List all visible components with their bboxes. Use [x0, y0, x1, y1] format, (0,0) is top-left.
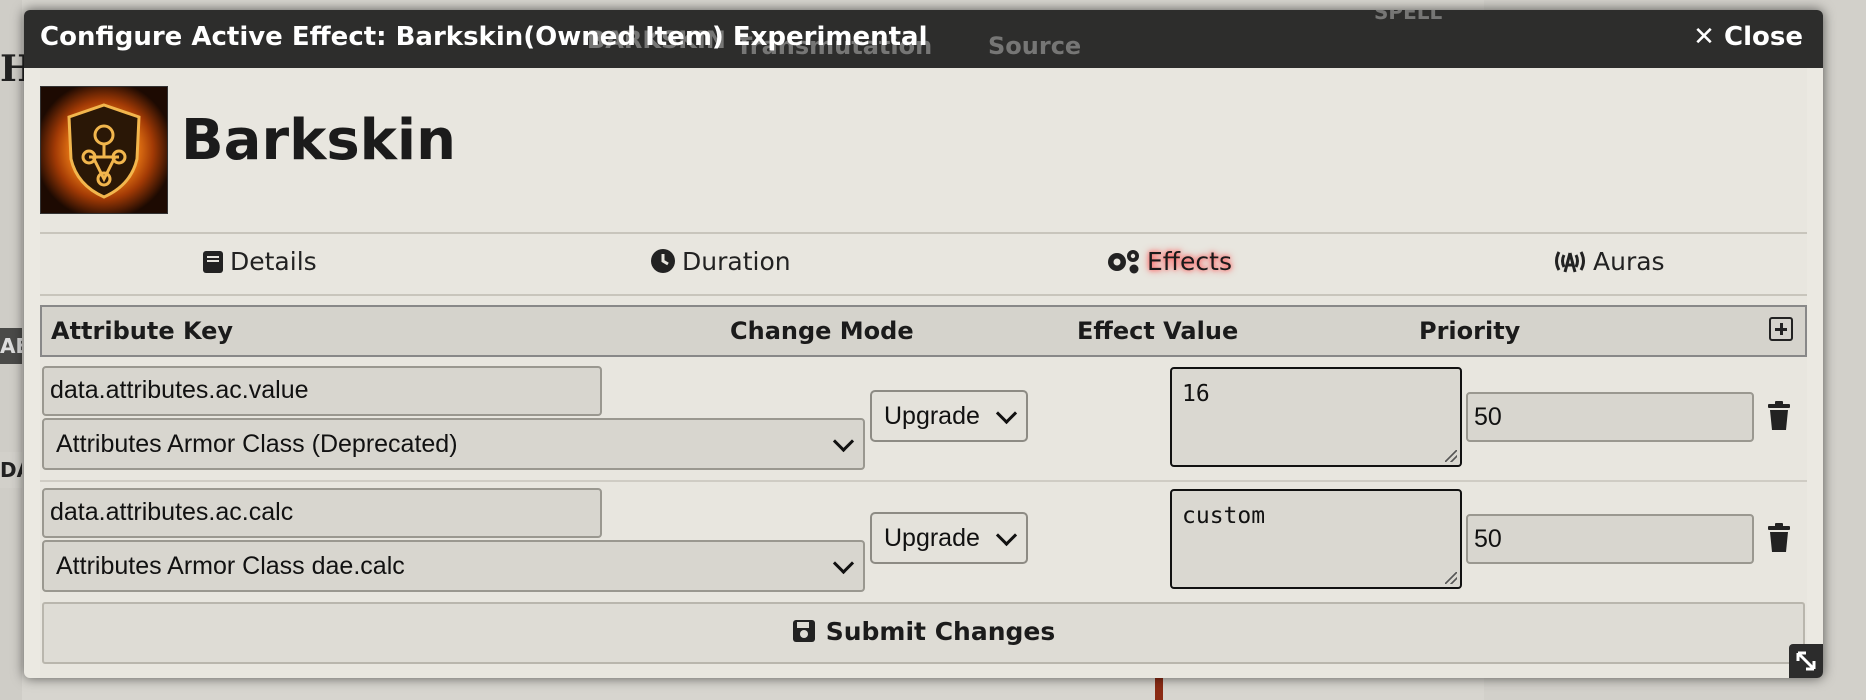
tab-label: Auras [1593, 247, 1665, 276]
chevron-down-icon [832, 430, 855, 453]
background-source-label: Source [988, 32, 1082, 60]
broadcast-icon [1555, 251, 1585, 273]
effect-name: Barkskin [181, 108, 456, 173]
dialog-body: Barkskin Details Duration Effects Auras … [40, 68, 1807, 678]
change-mode-value: Upgrade [884, 402, 980, 430]
attribute-key-select-value: Attributes Armor Class dae.calc [56, 552, 405, 580]
table-row: data.attributes.ac.value Attributes Armo… [40, 364, 1807, 484]
changes-table-header: Attribute Key Change Mode Effect Value P… [40, 305, 1807, 357]
column-effect-value: Effect Value [1077, 317, 1239, 345]
attribute-key-select[interactable]: Attributes Armor Class (Deprecated) [42, 418, 865, 470]
tab-label: Effects [1147, 247, 1232, 276]
change-mode-select[interactable]: Upgrade [870, 390, 1028, 442]
clock-icon [651, 249, 675, 273]
attribute-key-input[interactable]: data.attributes.ac.calc [42, 488, 602, 538]
chevron-down-icon [995, 402, 1018, 425]
tab-auras[interactable]: Auras [1553, 247, 1665, 276]
effect-value-text: custom [1182, 503, 1266, 529]
tab-duration[interactable]: Duration [650, 247, 791, 276]
resize-arrows-icon [1796, 651, 1816, 671]
priority-input[interactable]: 50 [1466, 392, 1754, 442]
shield-icon [67, 103, 141, 199]
background-tag: AE [0, 328, 22, 364]
window-resize-handle[interactable] [1789, 644, 1823, 678]
add-change-button[interactable] [1769, 317, 1793, 341]
chevron-down-icon [995, 524, 1018, 547]
attribute-key-input[interactable]: data.attributes.ac.value [42, 366, 602, 416]
tab-label: Duration [682, 247, 791, 276]
close-icon: ✕ [1693, 22, 1715, 52]
close-label: Close [1724, 22, 1803, 52]
resize-grip-icon[interactable] [1445, 572, 1457, 584]
effect-image[interactable] [40, 86, 168, 214]
trash-icon[interactable] [1767, 523, 1791, 553]
divider [40, 294, 1807, 296]
row-divider [40, 480, 1807, 482]
dialog-titlebar[interactable]: BARKSKIN Transmutation Source SPELL Conf… [24, 10, 1823, 68]
change-mode-value: Upgrade [884, 524, 980, 552]
submit-label: Submit Changes [825, 617, 1056, 646]
save-icon [792, 620, 815, 642]
tab-details[interactable]: Details [202, 247, 317, 276]
tab-bar: Details Duration Effects Auras [40, 233, 1807, 288]
close-button[interactable]: ✕ Close [1693, 22, 1803, 52]
active-effect-dialog: BARKSKIN Transmutation Source SPELL Conf… [24, 10, 1823, 678]
effect-value-textarea[interactable]: 16 [1170, 367, 1462, 467]
column-attribute-key: Attribute Key [51, 317, 234, 345]
attribute-key-select[interactable]: Attributes Armor Class dae.calc [42, 540, 865, 592]
priority-input[interactable]: 50 [1466, 514, 1754, 564]
tab-effects[interactable]: Effects [1105, 247, 1232, 276]
change-mode-select[interactable]: Upgrade [870, 512, 1028, 564]
table-row: data.attributes.ac.calc Attributes Armor… [40, 486, 1807, 606]
tab-label: Details [230, 247, 317, 276]
attribute-key-select-value: Attributes Armor Class (Deprecated) [56, 430, 458, 458]
column-change-mode: Change Mode [730, 317, 914, 345]
effect-value-textarea[interactable]: custom [1170, 489, 1462, 589]
background-spell-badge: SPELL [1374, 10, 1443, 24]
gears-icon [1108, 250, 1139, 274]
trash-icon[interactable] [1767, 401, 1791, 431]
chevron-down-icon [832, 552, 855, 575]
background-tag: DA [0, 452, 22, 488]
submit-changes-button[interactable]: Submit Changes [42, 602, 1805, 664]
effect-value-text: 16 [1182, 381, 1210, 407]
resize-grip-icon[interactable] [1445, 450, 1457, 462]
column-priority: Priority [1419, 317, 1521, 345]
dialog-title: Configure Active Effect: Barkskin(Owned … [40, 22, 928, 52]
book-icon [203, 251, 223, 273]
